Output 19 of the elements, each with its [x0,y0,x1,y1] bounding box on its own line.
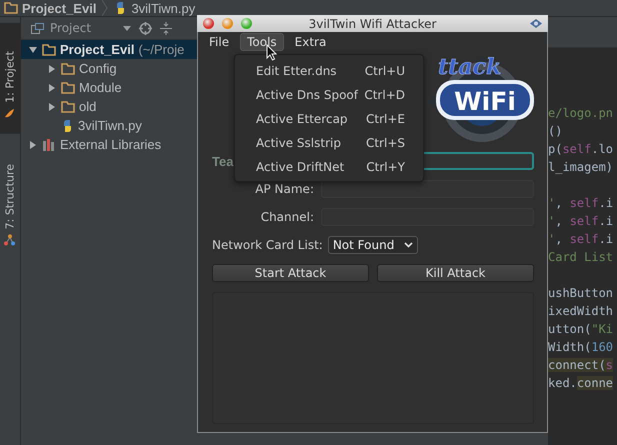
code-line: l_imagem) [548,159,614,176]
code-line: ushButton [548,285,614,302]
field-label: Network Card List: [212,238,323,252]
code-line: utton("Ki [548,321,614,338]
code-line: ', self.i [548,213,614,230]
field-label: Tea [212,154,234,168]
code-line: ixedWidth [548,303,614,320]
code-line: ked.conne [548,375,614,392]
code-line: () [548,123,564,140]
field-label: AP Name: [255,182,314,196]
code-line: Width(160 [548,339,614,356]
field-label: Channel: [260,210,314,224]
code-line: connect(s [548,357,614,374]
code-line: ', self.i [548,195,614,212]
code-line: e/logo.pn [548,105,614,122]
code-line: ', self.i [548,231,614,248]
code-line: p(self.lo [548,141,614,158]
code-line: Card List [548,249,614,266]
window-title: 3vilTwin Wifi Attacker [308,16,436,30]
